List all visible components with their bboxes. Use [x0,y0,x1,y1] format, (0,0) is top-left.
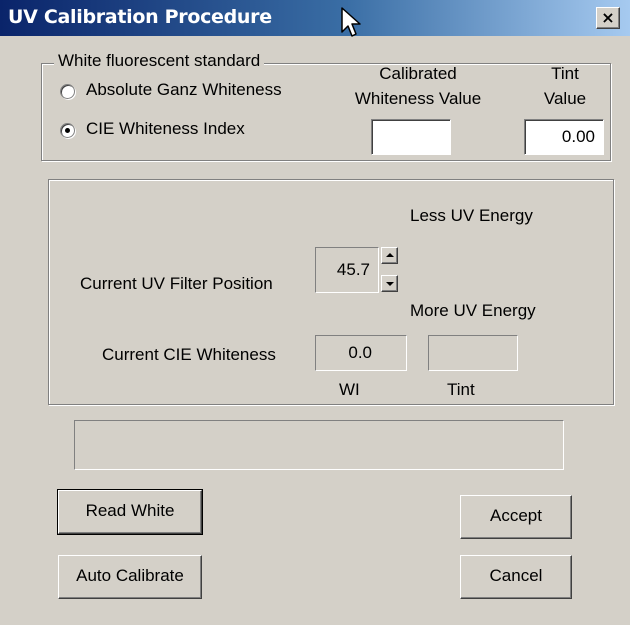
more-uv-energy-label: More UV Energy [410,301,536,320]
close-icon: × [601,8,615,27]
read-white-button[interactable]: Read White [57,489,203,535]
spin-down-button[interactable] [381,275,398,292]
tint-header-line2: Value [543,89,587,108]
auto-calibrate-button[interactable]: Auto Calibrate [58,555,202,599]
less-uv-energy-label: Less UV Energy [410,206,533,225]
window-title: UV Calibration Procedure [8,6,272,28]
radio-absolute-ganz[interactable] [60,84,75,99]
calibrated-whiteness-input[interactable] [371,119,451,155]
status-message-box [74,420,564,470]
current-cie-whiteness-label: Current CIE Whiteness [102,345,276,364]
radio-cie-whiteness-label[interactable]: CIE Whiteness Index [86,119,245,139]
arrow-pointer-icon [341,7,361,37]
radio-absolute-ganz-label[interactable]: Absolute Ganz Whiteness [86,80,282,100]
uv-filter-position-label: Current UV Filter Position [80,274,273,293]
tint-value-input[interactable]: 0.00 [524,119,604,155]
radio-cie-whiteness[interactable] [60,123,75,138]
close-button[interactable]: × [596,7,620,29]
arrow-up-icon [386,253,394,257]
tint-caption: Tint [447,380,475,399]
arrow-down-icon [386,282,394,286]
radio-selected-dot [65,128,70,133]
white-standard-legend: White fluorescent standard [54,51,265,71]
tint-header-line1: Tint [551,64,579,83]
cancel-button[interactable]: Cancel [460,555,572,599]
uv-filter-position-value: 45.7 [315,247,379,293]
accept-button[interactable]: Accept [460,495,572,539]
calibrated-header-line1: Calibrated [379,64,457,83]
wi-value-display: 0.0 [315,335,407,371]
tint-value-display [428,335,518,371]
wi-caption: WI [339,380,360,399]
calibrated-header-line2: Whiteness Value [354,89,482,108]
spin-up-button[interactable] [381,247,398,264]
